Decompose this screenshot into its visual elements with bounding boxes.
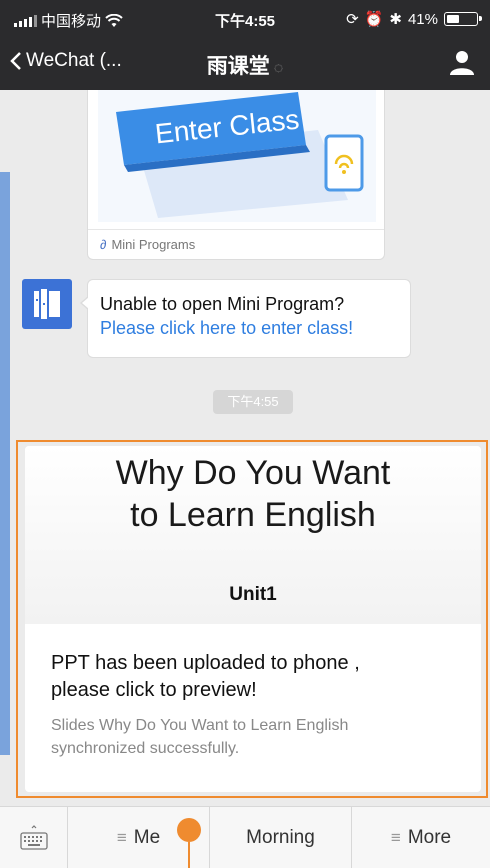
earpiece-icon: ◌ (273, 60, 284, 77)
bluetooth-icon: ✱ (389, 11, 402, 28)
slide-card[interactable]: Why Do You Want to Learn English Unit1 P… (25, 446, 481, 792)
battery-percent: 41% (407, 10, 438, 28)
mini-program-footer: ∂ Mini Programs (88, 229, 384, 259)
person-icon (450, 51, 474, 75)
message-bubble[interactable]: Unable to open Mini Program? Please clic… (80, 279, 411, 358)
slide-unit: Unit1 (229, 584, 277, 605)
page-title: 雨课堂 (206, 55, 270, 78)
menu-morning[interactable]: Morning (210, 807, 352, 868)
keyboard-icon (19, 825, 48, 850)
profile-button[interactable] (448, 48, 476, 81)
pointer-line (188, 842, 190, 868)
mini-program-banner: Enter Class (98, 90, 376, 222)
top-bar: 中国移动 下午4:55 ⟳ ⏰ ✱ 41% WeChat (... 雨课堂 ◌ (0, 0, 490, 90)
slide-desc-line1: Slides Why Do You Want to Learn English (51, 717, 349, 734)
menu-lines-icon: ≡ (116, 828, 127, 847)
mini-program-label: Mini Programs (111, 237, 196, 252)
mini-program-icon: ∂ (100, 237, 107, 252)
pointer-marker (177, 818, 201, 842)
slide-message-line2: please click to preview! (51, 679, 257, 701)
slide-message-line1: PPT has been uploaded to phone , (51, 652, 360, 674)
menu-more-label: More (407, 827, 452, 848)
mini-program-card[interactable]: Enter Class ∂ Mini Programs (87, 90, 385, 260)
rotation-lock-icon: ⟳ (346, 11, 359, 28)
menu-more[interactable]: ≡ More (352, 807, 490, 868)
keyboard-toggle-button[interactable] (0, 807, 68, 868)
avatar[interactable] (22, 279, 72, 329)
battery-icon (444, 12, 482, 26)
bottom-menu-bar: ≡ Me Morning ≡ More (0, 806, 490, 868)
alarm-icon: ⏰ (364, 11, 384, 28)
menu-me-label: Me (133, 827, 161, 848)
side-strip (0, 172, 10, 755)
menu-morning-label: Morning (246, 827, 315, 848)
rain-classroom-logo-icon (34, 289, 60, 319)
slide-preview: Why Do You Want to Learn English Unit1 (25, 446, 481, 624)
slide-title-line2: to Learn English (130, 496, 376, 534)
enter-class-link[interactable]: Please click here to enter class! (100, 316, 398, 340)
chat-timestamp: 下午4:55 (213, 390, 293, 414)
menu-lines-icon: ≡ (390, 828, 401, 847)
status-bar: 中国移动 下午4:55 ⟳ ⏰ ✱ 41% (0, 0, 490, 40)
slide-desc-line2: synchronized successfully. (51, 740, 240, 757)
enter-class-illustration: Enter Class (116, 92, 364, 218)
slide-title-line1: Why Do You Want (115, 454, 391, 492)
nav-bar: WeChat (... 雨课堂 ◌ (0, 40, 490, 90)
message-text: Unable to open Mini Program? (100, 294, 345, 314)
